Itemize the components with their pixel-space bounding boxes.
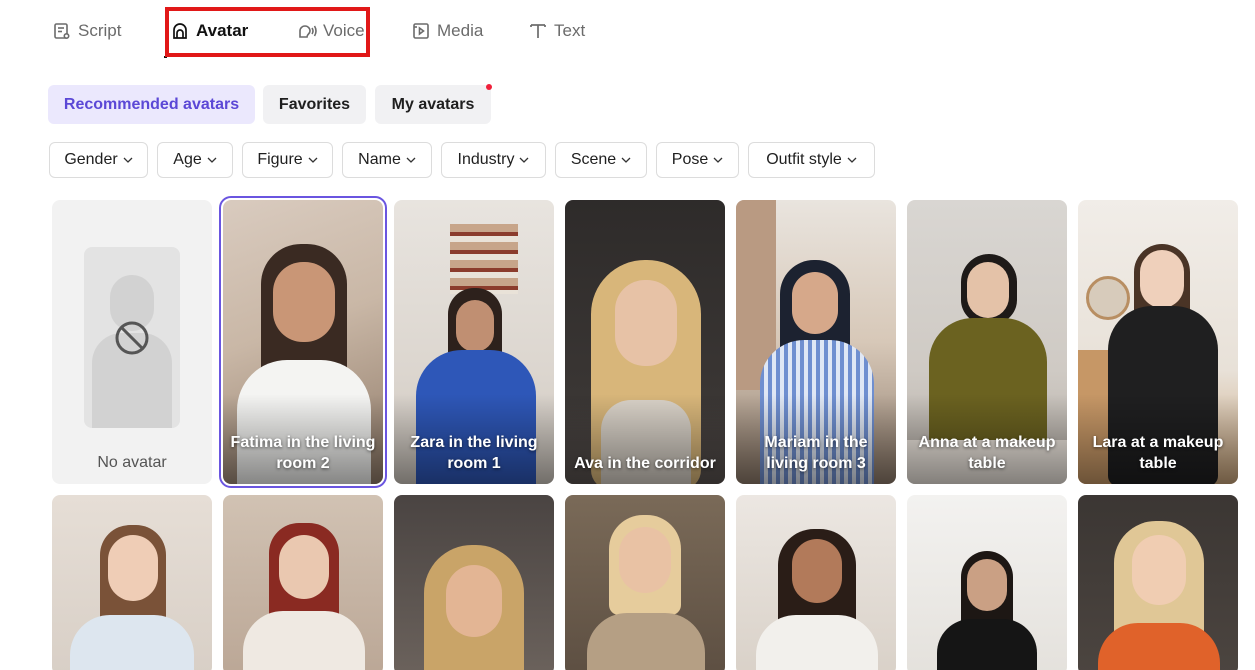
avatar-thumbnail xyxy=(736,495,896,670)
tab-avatar-label: Avatar xyxy=(196,21,249,40)
avatar-card-label: Lara at a makeup table xyxy=(1092,434,1224,472)
avatar-thumbnail xyxy=(52,495,212,670)
avatar-card-label: No avatar xyxy=(97,454,167,471)
filter-age-label: Age xyxy=(173,151,202,168)
category-favorites[interactable]: Favorites xyxy=(263,85,366,124)
chevron-down-icon xyxy=(123,157,133,163)
filter-scene[interactable]: Scene xyxy=(555,142,647,178)
active-tab-indicator xyxy=(164,56,167,58)
avatar-thumbnail xyxy=(907,495,1067,670)
avatar-card-mariam[interactable]: Mariam in the living room 3 xyxy=(736,200,896,484)
voice-icon xyxy=(299,25,317,38)
chevron-down-icon xyxy=(519,157,529,163)
avatar-card[interactable] xyxy=(52,495,212,670)
category-my-avatars[interactable]: My avatars xyxy=(375,85,491,124)
filter-outfit-style-label: Outfit style xyxy=(766,151,842,168)
tab-script-label: Script xyxy=(78,21,122,40)
avatar-card[interactable] xyxy=(1078,495,1238,670)
avatar-card[interactable] xyxy=(907,495,1067,670)
avatar-card-label: Mariam in the living room 3 xyxy=(764,434,868,472)
chevron-down-icon xyxy=(713,157,723,163)
avatar-thumbnail xyxy=(1078,495,1238,670)
filter-scene-label: Scene xyxy=(570,151,617,168)
chevron-down-icon xyxy=(621,157,631,163)
tab-voice[interactable]: Voice xyxy=(297,18,365,44)
avatar-card-lara[interactable]: Lara at a makeup table xyxy=(1078,200,1238,484)
avatar-card-label: Ava in the corridor xyxy=(574,455,716,472)
chevron-down-icon xyxy=(308,157,318,163)
avatar-card-anna[interactable]: Anna at a makeup table xyxy=(907,200,1067,484)
tab-text-label: Text xyxy=(554,21,586,40)
category-recommended-avatars[interactable]: Recommended avatars xyxy=(48,85,255,124)
chevron-down-icon xyxy=(207,157,217,163)
avatar-thumbnail xyxy=(565,495,725,670)
tab-avatar[interactable]: Avatar xyxy=(170,18,248,44)
avatar-thumbnail xyxy=(394,495,554,670)
tab-media-label: Media xyxy=(437,21,484,40)
avatar-icon xyxy=(173,23,187,39)
avatar-card-zara[interactable]: Zara in the living room 1 xyxy=(394,200,554,484)
tab-script[interactable]: Script xyxy=(52,18,121,44)
notification-dot xyxy=(486,84,492,90)
filter-industry[interactable]: Industry xyxy=(441,142,546,178)
avatar-card[interactable] xyxy=(223,495,383,670)
avatar-card-ava[interactable]: Ava in the corridor xyxy=(565,200,725,484)
avatar-card-label: Fatima in the living room 2 xyxy=(230,434,376,472)
avatar-card[interactable] xyxy=(394,495,554,670)
avatar-card-label: Zara in the living room 1 xyxy=(410,434,538,472)
filter-gender[interactable]: Gender xyxy=(49,142,148,178)
text-icon xyxy=(530,24,546,38)
avatar-card-fatima[interactable]: Fatima in the living room 2 xyxy=(219,196,387,488)
tab-voice-label: Voice xyxy=(323,21,365,40)
filter-age[interactable]: Age xyxy=(157,142,233,178)
tab-text[interactable]: Text xyxy=(528,18,585,44)
chevron-down-icon xyxy=(406,157,416,163)
media-icon xyxy=(413,23,429,39)
script-icon xyxy=(54,23,70,40)
filter-name[interactable]: Name xyxy=(342,142,432,178)
filter-figure-label: Figure xyxy=(257,151,303,168)
filter-name-label: Name xyxy=(358,151,401,168)
filter-pose[interactable]: Pose xyxy=(656,142,739,178)
avatar-card-none[interactable]: No avatar xyxy=(52,200,212,484)
chevron-down-icon xyxy=(847,157,857,163)
filter-pose-label: Pose xyxy=(671,151,709,168)
tab-media[interactable]: Media xyxy=(411,18,483,44)
no-avatar-icon xyxy=(115,321,149,355)
filter-figure[interactable]: Figure xyxy=(242,142,333,178)
avatar-card[interactable] xyxy=(565,495,725,670)
avatar-card-label: Anna at a makeup table xyxy=(918,434,1056,472)
editor-tabs: Script Avatar Voice Media Text xyxy=(0,0,1255,62)
filter-gender-label: Gender xyxy=(64,151,118,168)
avatar-card[interactable] xyxy=(736,495,896,670)
filter-outfit-style[interactable]: Outfit style xyxy=(748,142,875,178)
filter-industry-label: Industry xyxy=(457,151,515,168)
avatar-thumbnail xyxy=(223,495,383,670)
